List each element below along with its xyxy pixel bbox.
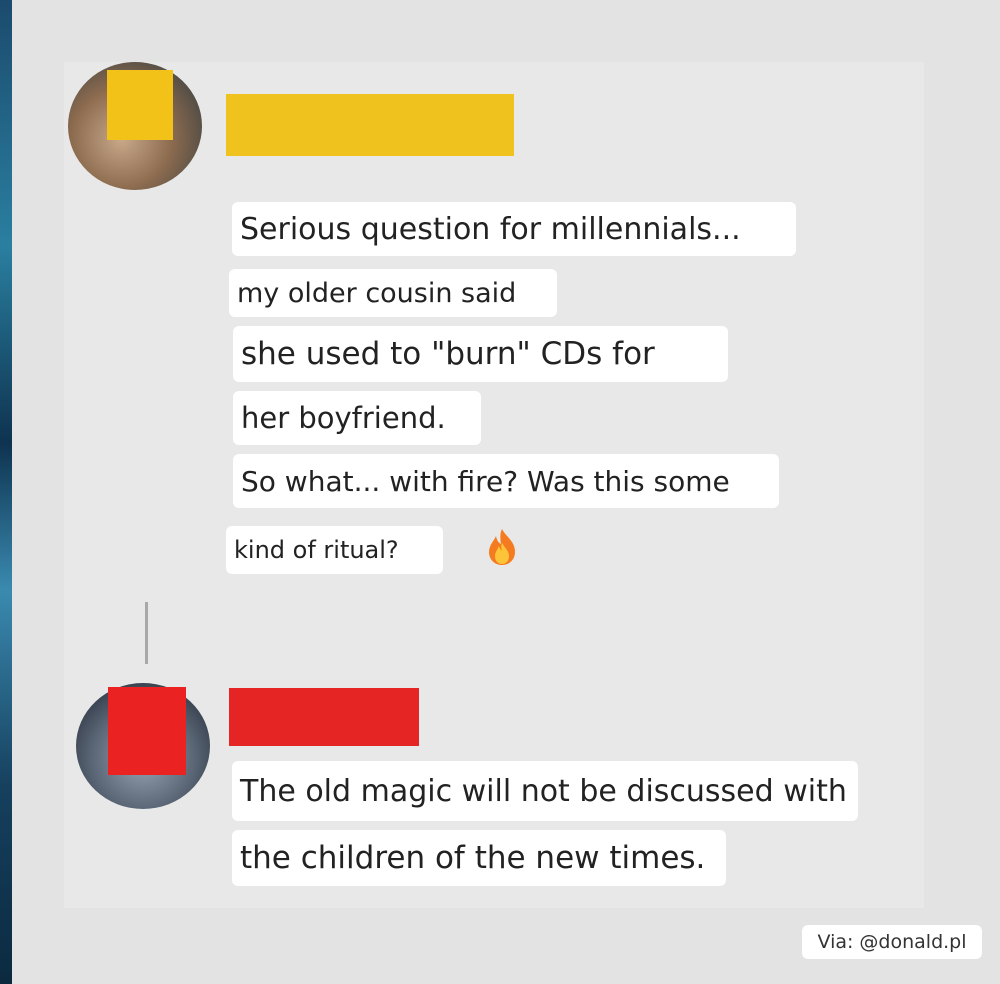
reply-message-line: the children of the new times. (232, 830, 726, 886)
author-name-censor-block (229, 688, 419, 746)
source-credit-badge: Via: @donald.pl (802, 925, 982, 959)
avatar-censor-block (107, 70, 173, 140)
post-message-line: Serious question for millennials... (232, 202, 796, 256)
post-message-line: kind of ritual? (226, 526, 443, 574)
post-message-line: So what... with fire? Was this some (233, 454, 779, 508)
post-message-line: she used to "burn" CDs for (233, 326, 728, 382)
edge-strip (0, 0, 12, 984)
post-message-line: my older cousin said (229, 269, 557, 317)
author-name-censor-block (226, 94, 514, 156)
reply-message-line: The old magic will not be discussed with (232, 761, 858, 821)
fire-icon (489, 529, 515, 565)
reply-thread-line (145, 602, 148, 664)
avatar-censor-block (108, 687, 186, 775)
post-message-line: her boyfriend. (233, 391, 481, 445)
